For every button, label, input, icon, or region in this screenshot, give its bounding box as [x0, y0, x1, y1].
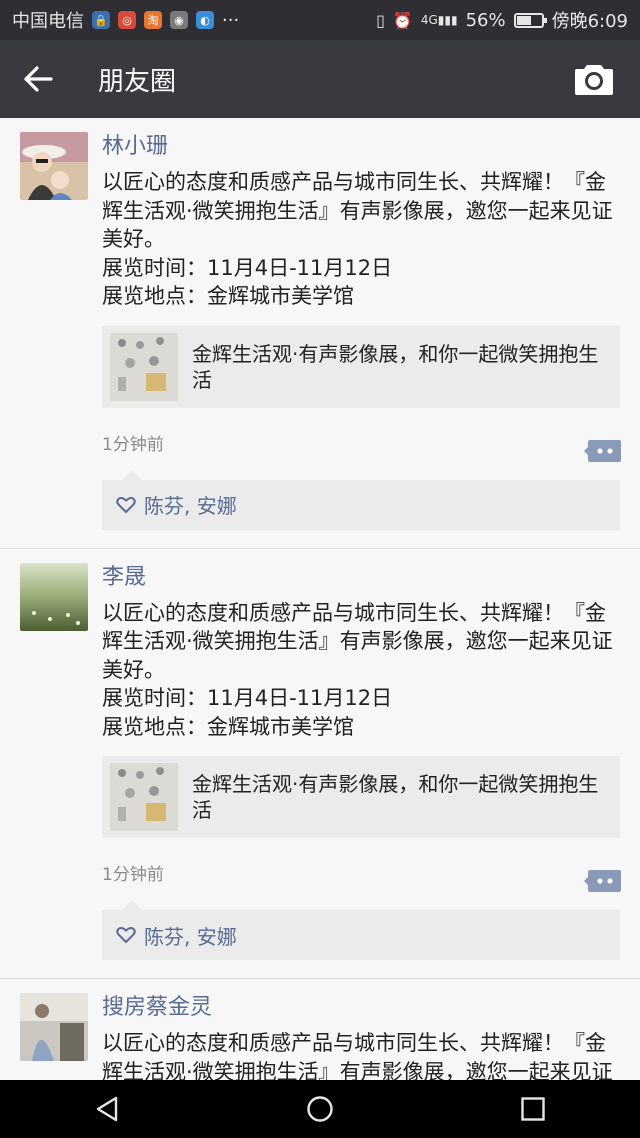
heart-icon [116, 927, 136, 944]
liked-by-names[interactable]: 陈芬, 安娜 [144, 921, 237, 950]
post-text: 以匠心的态度和质感产品与城市同生长、共辉耀！『金辉生活观·微笑拥抱生活』有声影像… [102, 170, 613, 308]
vibrate-icon: ▯ [376, 10, 385, 30]
camera-icon [575, 65, 613, 95]
avatar[interactable] [20, 562, 88, 631]
post-text: 以匠心的态度和质感产品与城市同生长、共辉耀！『金辉生活观·微笑拥抱生活』有声影像… [102, 1031, 613, 1080]
network-type: 4G [420, 13, 438, 27]
clock: 傍晚6:09 [551, 11, 628, 32]
signal-icon: 4G▮▮▮ [420, 13, 458, 27]
moment-post: 李晟 以匠心的态度和质感产品与城市同生长、共辉耀！『金辉生活观·微笑拥抱生活』有… [0, 548, 640, 979]
system-nav-bar [0, 1080, 640, 1138]
avatar[interactable] [20, 993, 88, 1061]
battery-icon [513, 12, 547, 28]
link-title: 金辉生活观·有声影像展，和你一起微笑拥抱生活 [192, 772, 599, 822]
camera-button[interactable] [574, 62, 614, 96]
more-notifications-icon: ··· [222, 9, 240, 31]
comment-icon [584, 439, 621, 462]
link-thumbnail [110, 763, 178, 831]
author-name[interactable]: 林小珊 [102, 130, 620, 164]
moments-feed[interactable]: 林小珊 以匠心的态度和质感产品与城市同生长、共辉耀！『金辉生活观·微笑拥抱生活』… [0, 118, 640, 1080]
likes-bar: 陈芬, 安娜 [102, 469, 620, 530]
heart-icon [116, 496, 136, 513]
liked-by-names[interactable]: 陈芬, 安娜 [144, 490, 237, 519]
back-button[interactable] [0, 40, 76, 118]
nav-recents-button[interactable] [503, 1080, 563, 1138]
post-time: 1分钟前 [102, 434, 164, 455]
taobao-icon: 淘 [144, 11, 162, 29]
author-name[interactable]: 搜房蔡金灵 [102, 991, 620, 1025]
circle-home-icon [307, 1096, 333, 1122]
app-notification-icon: ◎ [118, 11, 136, 29]
post-text: 以匠心的态度和质感产品与城市同生长、共辉耀！『金辉生活观·微笑拥抱生活』有声影像… [102, 600, 613, 739]
square-recents-icon [521, 1097, 546, 1121]
comment-button[interactable] [584, 868, 622, 894]
title-bar: 朋友圈 [0, 40, 640, 118]
battery-fill [516, 15, 532, 25]
avatar[interactable] [20, 132, 88, 200]
comment-button[interactable] [584, 438, 622, 464]
moment-post: 林小珊 以匠心的态度和质感产品与城市同生长、共辉耀！『金辉生活观·微笑拥抱生活』… [0, 118, 640, 549]
lock-icon: 🔒 [92, 11, 110, 29]
nav-home-button[interactable] [290, 1080, 350, 1138]
messenger-icon: ◉ [170, 11, 188, 29]
likes-bar: 陈芬, 安娜 [102, 900, 620, 960]
carrier-label: 中国电信 [12, 11, 84, 32]
alarm-icon: ⏰ [392, 10, 413, 30]
nav-back-button[interactable] [77, 1080, 137, 1138]
browser-icon: ◐ [196, 11, 214, 29]
page-title: 朋友圈 [98, 66, 177, 97]
moment-post: 搜房蔡金灵 以匠心的态度和质感产品与城市同生长、共辉耀！『金辉生活观·微笑拥抱生… [0, 979, 640, 1080]
shared-link-card[interactable]: 金辉生活观·有声影像展，和你一起微笑拥抱生活 [102, 756, 620, 838]
triangle-back-icon [96, 1096, 117, 1122]
link-title: 金辉生活观·有声影像展，和你一起微笑拥抱生活 [192, 341, 599, 392]
author-name[interactable]: 李晟 [102, 561, 620, 595]
comment-icon [584, 870, 621, 892]
shared-link-card[interactable]: 金辉生活观·有声影像展，和你一起微笑拥抱生活 [102, 325, 620, 408]
link-thumbnail [110, 332, 178, 401]
battery-percent: 56% [465, 9, 506, 31]
arrow-left-icon [24, 66, 53, 92]
status-bar: 中国电信 🔒 ◎ 淘 ◉ ◐ ··· ▯ ⏰ 4G▮▮▮ 56% 傍晚6:09 [0, 0, 640, 40]
post-time: 1分钟前 [102, 865, 164, 885]
